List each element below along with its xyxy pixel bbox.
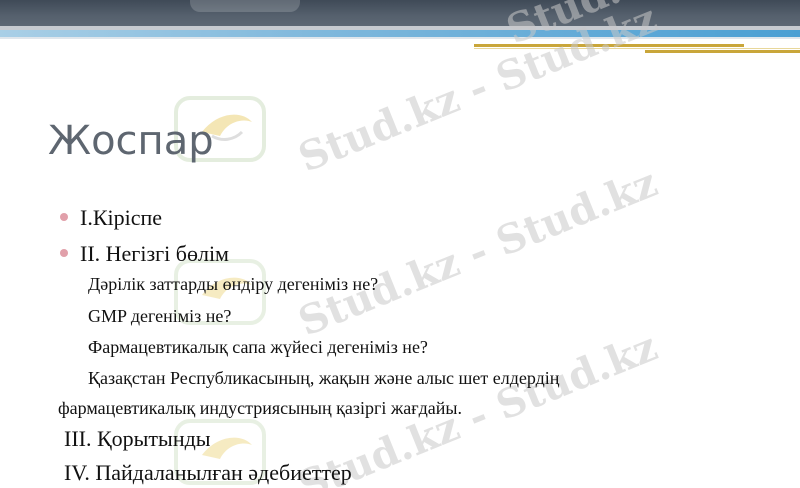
sub-item: Дәрілік заттарды өндіру дегеніміз не? <box>88 274 379 294</box>
bullet-dot-icon <box>60 213 68 221</box>
header-band-blue <box>0 30 800 37</box>
bullet-dot-icon <box>60 249 68 257</box>
section-references: IV. Пайдаланылған әдебиеттер <box>64 460 352 485</box>
bullet-text: I.Кіріспе <box>80 205 163 230</box>
bullet-item: I.Кіріспе <box>60 202 229 238</box>
bullet-list: I.Кіріспе II. Негізгі бөлім <box>60 202 229 274</box>
section-conclusion: III. Қорытынды <box>64 426 211 451</box>
header-glow <box>190 0 300 12</box>
sub-item: Қазақстан Республикасының, жақын және ал… <box>88 368 560 388</box>
sub-item: Фармацевтикалық сапа жүйесі дегеніміз не… <box>88 337 428 357</box>
bullet-text: II. Негізгі бөлім <box>80 241 229 266</box>
sub-item: GMP дегеніміз не? <box>88 306 232 326</box>
bullet-item: II. Негізгі бөлім <box>60 238 229 274</box>
sub-item-continuation: фармацевтикалық индустриясының қазіргі ж… <box>58 398 463 418</box>
accent-line-gold-short <box>645 50 800 53</box>
slide-title: Жоспар <box>48 118 214 164</box>
accent-line-gold <box>474 44 744 47</box>
watermark-text: Stud.kz - Stud.kz <box>292 158 664 346</box>
header-band-line-light <box>0 37 800 39</box>
header-band-dark <box>0 0 800 26</box>
accent-line-gold-thin <box>474 48 800 49</box>
slide: Stud.kz - Stud.kz Stud.kz - Stud.kz Stud… <box>0 0 800 488</box>
